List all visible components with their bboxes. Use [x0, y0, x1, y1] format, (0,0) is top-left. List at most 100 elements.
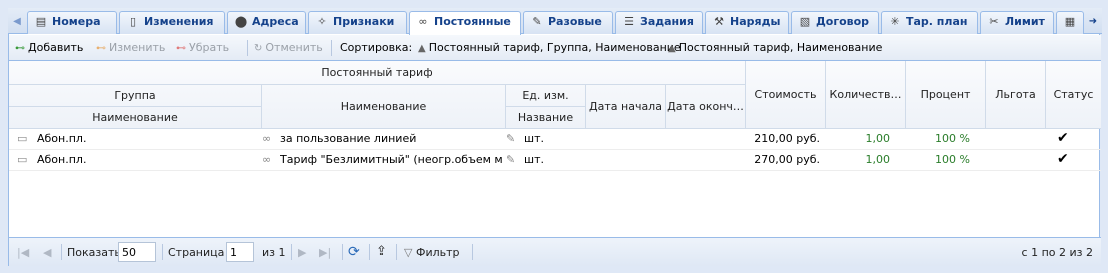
sim-icon: ▤ [35, 15, 47, 28]
cell-unit: шт. [524, 153, 544, 166]
tab-scroll-left-icon[interactable]: ◀ [10, 12, 24, 32]
add-icon: ⊷ [15, 43, 25, 54]
pager-separator [472, 244, 473, 260]
header-group-name[interactable]: Наименование [9, 107, 262, 129]
tab-tariff-plan[interactable]: ✳ Тар. план [881, 11, 978, 34]
page-count-label: из 1 [262, 246, 286, 259]
main-panel: ◀ ▤ Номера ▯ Изменения ⬤ Адреса ✧ Признаки ∞… [8, 8, 1102, 266]
cell-cost: 210,00 руб. [754, 132, 820, 145]
header-status[interactable]: Статус [1046, 61, 1101, 129]
refresh-icon[interactable]: ⟳ [348, 244, 360, 260]
paging-summary: с 1 по 2 из 2 [1021, 246, 1093, 259]
header-percent[interactable]: Процент [906, 61, 986, 129]
filter-icon: ▽ [404, 246, 413, 259]
contract-icon: ▧ [799, 15, 811, 28]
pager-separator [342, 244, 343, 260]
tab-work-orders[interactable]: ⚒ Наряды [705, 11, 789, 34]
header-permanent-tariff: Постоянный тариф [9, 61, 746, 85]
paging-toolbar: |◀ ◀ Показать Страница из 1 ▶ ▶| ⟳ ⇪ ▽ Ф… [9, 237, 1101, 266]
toolbar-separator [247, 40, 248, 56]
tasks-icon: ☰ [624, 15, 634, 28]
add-button[interactable]: ⊷ Добавить [15, 41, 83, 54]
tab-strip: ◀ ▤ Номера ▯ Изменения ⬤ Адреса ✧ Признаки ∞… [8, 8, 1102, 35]
tab-contract[interactable]: ▧ Договор [791, 11, 879, 34]
sort-label: Сортировка: [340, 41, 413, 54]
tab-scroll-right-icon[interactable]: ➜ [1086, 12, 1100, 32]
remove-icon: ⊷ [176, 43, 186, 54]
last-page-icon[interactable]: ▶| [319, 246, 331, 259]
sort-asc-icon: ▲ [418, 43, 426, 54]
status-check-icon: ✔ [1057, 151, 1069, 167]
pager-separator [162, 244, 163, 260]
tab-numbers[interactable]: ▤ Номера [27, 11, 117, 34]
tools-icon: ⚒ [714, 15, 724, 28]
tab-tasks[interactable]: ☰ Задания [615, 11, 703, 34]
table-row[interactable]: ▭ Абон.пл. ∞ за пользование линией ✎ шт.… [9, 129, 1101, 150]
cell-quantity: 1,00 [865, 153, 891, 166]
paperclip-icon: ✎ [506, 153, 516, 166]
cell-percent: 100 % [935, 132, 970, 145]
undo-icon: ↻ [254, 43, 263, 54]
header-benefit[interactable]: Льгота [986, 61, 1046, 129]
tariff-plan-icon: ✳ [890, 15, 900, 28]
prev-page-icon[interactable]: ◀ [43, 246, 51, 259]
sort-option-2[interactable]: ▲ Постоянный тариф, Наименование [668, 41, 882, 54]
page-label: Страница [168, 246, 225, 259]
pager-separator [61, 244, 62, 260]
remove-button[interactable]: ⊷ Убрать [176, 41, 229, 54]
edit-button[interactable]: ⊷ Изменить [96, 41, 165, 54]
toolbar-separator [331, 40, 332, 56]
cell-name: за пользование линией [280, 132, 417, 145]
cell-group: Абон.пл. [37, 153, 87, 166]
header-name[interactable]: Наименование [262, 85, 506, 129]
cell-quantity: 1,00 [865, 132, 891, 145]
tab-limit[interactable]: ✂ Лимит [980, 11, 1054, 34]
location-pin-icon: ⬤ [234, 15, 248, 28]
grid-icon: ▦ [1064, 15, 1076, 28]
cancel-button[interactable]: ↻ Отменить [254, 41, 323, 54]
pager-separator [396, 244, 397, 260]
tab-one-time[interactable]: ✎ Разовые [523, 11, 613, 34]
wrench-icon: ✎ [532, 15, 542, 28]
tab-attributes[interactable]: ✧ Признаки [308, 11, 407, 34]
link-icon: ∞ [418, 15, 428, 28]
page-size-input[interactable] [118, 242, 156, 262]
header-cost[interactable]: Стоимость [746, 61, 826, 129]
filter-button[interactable]: ▽ Фильтр [404, 246, 460, 259]
tab-permanent[interactable]: ∞ Постоянные [409, 11, 521, 35]
scissors-icon: ✂ [989, 15, 999, 28]
pager-separator [369, 244, 370, 260]
next-page-icon[interactable]: ▶ [298, 246, 306, 259]
paperclip-icon: ✎ [506, 132, 516, 145]
link-icon: ∞ [262, 132, 272, 145]
document-icon: ▯ [129, 15, 137, 28]
first-page-icon[interactable]: |◀ [17, 246, 29, 259]
tab-addresses[interactable]: ⬤ Адреса [227, 11, 306, 34]
toolbar: ⊷ Добавить ⊷ Изменить ⊷ Убрать ↻ Отменить Со… [9, 35, 1101, 61]
page-size-label: Показать [67, 246, 121, 259]
table-row[interactable]: ▭ Абон.пл. ∞ Тариф "Безлимитный" (неогр.… [9, 150, 1101, 171]
grid-header: Постоянный тариф Группа Наименование Наи… [9, 61, 1101, 129]
export-icon[interactable]: ⇪ [376, 244, 387, 259]
sparkle-icon: ✧ [317, 15, 327, 28]
sort-option-1[interactable]: ▲ Постоянный тариф, Группа, Наименование [418, 41, 681, 54]
edit-icon: ⊷ [96, 43, 106, 54]
folder-icon: ▭ [17, 132, 28, 145]
tab-changes[interactable]: ▯ Изменения [119, 11, 225, 34]
pager-separator [291, 244, 292, 260]
header-group[interactable]: Группа [9, 85, 262, 107]
cell-unit: шт. [524, 132, 544, 145]
tab-overflow[interactable]: ▦ [1056, 11, 1084, 34]
header-unit[interactable]: Ед. изм. [506, 85, 586, 107]
cell-cost: 270,00 руб. [754, 153, 820, 166]
cell-group: Абон.пл. [37, 132, 87, 145]
folder-icon: ▭ [17, 153, 28, 166]
cell-name: Тариф "Безлимитный" (неогр.объем ме… [280, 153, 502, 166]
page-number-input[interactable] [226, 242, 254, 262]
header-quantity[interactable]: Количеств… [826, 61, 906, 129]
status-check-icon: ✔ [1057, 130, 1069, 146]
sort-asc-icon: ▲ [668, 43, 676, 54]
header-end-date[interactable]: Дата оконч… [666, 85, 746, 129]
header-unit-name[interactable]: Название [506, 107, 586, 129]
header-start-date[interactable]: Дата начала [586, 85, 666, 129]
